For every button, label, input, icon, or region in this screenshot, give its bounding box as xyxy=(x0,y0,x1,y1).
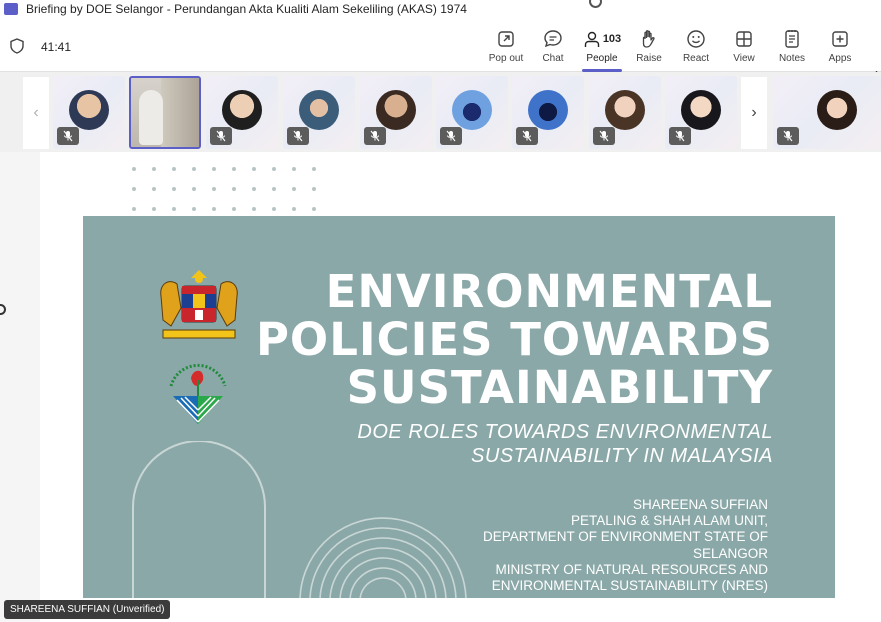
muted-mic-icon xyxy=(669,127,691,145)
participant-figure xyxy=(139,90,163,145)
smiley-icon xyxy=(687,30,705,48)
notes-button[interactable]: Notes xyxy=(767,28,817,68)
view-button[interactable]: View xyxy=(719,28,769,68)
slide-subtitle-line: SUSTAINABILITY IN MALAYSIA xyxy=(471,445,773,467)
title-bar: Briefing by DOE Selangor - Perundangan A… xyxy=(0,0,881,18)
apps-label: Apps xyxy=(828,53,852,64)
participant-tile-active-speaker[interactable] xyxy=(129,76,201,149)
presenter-name-badge: SHAREENA SUFFIAN (Unverified) xyxy=(4,600,171,619)
chat-label: Chat xyxy=(542,53,564,64)
participant-tile[interactable] xyxy=(436,76,508,149)
pop-out-icon xyxy=(498,31,514,47)
muted-mic-icon xyxy=(593,127,615,145)
raise-label: Raise xyxy=(636,53,662,64)
teams-app-icon xyxy=(4,3,18,15)
meeting-toolbar: 41:41 Pop out Chat 103 People Raise Reac… xyxy=(0,18,881,81)
slide-title-line: SUSTAINABILITY xyxy=(346,361,773,414)
raise-hand-icon xyxy=(642,30,655,48)
participant-video xyxy=(817,90,857,130)
shield-icon[interactable] xyxy=(10,38,24,54)
participant-video xyxy=(681,90,721,130)
slide-title-line: POLICIES TOWARDS xyxy=(255,313,773,366)
window-title: Briefing by DOE Selangor - Perundangan A… xyxy=(26,2,467,16)
participant-tile[interactable] xyxy=(589,76,661,149)
notes-icon xyxy=(785,30,799,48)
participant-video xyxy=(299,90,339,130)
presentation-slide: ENVIRONMENTAL POLICIES TOWARDS SUSTAINAB… xyxy=(83,216,835,598)
chat-icon xyxy=(544,30,562,48)
participant-video xyxy=(376,90,416,130)
people-icon xyxy=(584,31,600,47)
gallery-prev-button[interactable]: ‹ xyxy=(23,77,49,149)
slide-subtitle: DOE ROLES TOWARDS ENVIRONMENTAL SUSTAINA… xyxy=(253,420,773,468)
muted-mic-icon xyxy=(364,127,386,145)
participant-video xyxy=(528,90,568,130)
view-grid-icon xyxy=(736,31,752,47)
participant-tile[interactable] xyxy=(512,76,584,149)
people-count-badge: 103 xyxy=(602,33,622,45)
apps-button[interactable]: Apps xyxy=(815,28,865,68)
raise-hand-button[interactable]: Raise xyxy=(624,28,674,68)
slide-author-line: MINISTRY OF NATURAL RESOURCES AND xyxy=(495,561,768,577)
slide-author-line: SHAREENA SUFFIAN xyxy=(632,497,768,512)
slide-author-line: SELANGOR xyxy=(692,545,768,561)
participant-video xyxy=(69,90,109,130)
participant-video xyxy=(222,90,262,130)
people-label: People xyxy=(586,53,618,64)
participant-gallery: ‹ › xyxy=(0,72,881,152)
participant-tile[interactable] xyxy=(360,76,432,149)
status-indicator-icon xyxy=(589,0,602,8)
pop-out-label: Pop out xyxy=(488,53,524,64)
participant-tile[interactable] xyxy=(206,76,278,149)
teams-meeting-window: Briefing by DOE Selangor - Perundangan A… xyxy=(0,0,881,622)
people-button[interactable]: 103 People xyxy=(576,28,628,68)
gallery-next-button[interactable]: › xyxy=(741,77,767,149)
participant-tile[interactable] xyxy=(283,76,355,149)
muted-mic-icon xyxy=(210,127,232,145)
slide-author-line: ENVIRONMENTAL SUSTAINABILITY (NRES) xyxy=(491,578,768,594)
slide-title-line: ENVIRONMENTAL xyxy=(325,265,773,318)
chevron-right-icon: › xyxy=(751,104,757,121)
decorative-arch-outline xyxy=(132,441,266,598)
notes-label: Notes xyxy=(778,53,806,64)
meeting-timer: 41:41 xyxy=(41,40,72,54)
participant-video xyxy=(161,78,199,147)
muted-mic-icon xyxy=(57,127,79,145)
slide-title: ENVIRONMENTAL POLICIES TOWARDS SUSTAINAB… xyxy=(213,268,773,412)
slide-author-line: PETALING & SHAH ALAM UNIT, xyxy=(570,513,768,529)
view-label: View xyxy=(733,53,755,64)
muted-mic-icon xyxy=(440,127,462,145)
participant-video xyxy=(452,90,492,130)
slide-subtitle-line: DOE ROLES TOWARDS ENVIRONMENTAL xyxy=(357,421,773,443)
stage-resize-handle[interactable] xyxy=(0,304,6,315)
react-label: React xyxy=(682,53,710,64)
slide-author-line: DEPARTMENT OF ENVIRONMENT STATE OF xyxy=(482,529,768,545)
participant-video xyxy=(605,90,645,130)
chat-button[interactable]: Chat xyxy=(528,28,578,68)
apps-plus-icon xyxy=(832,31,848,47)
participant-tile-self[interactable] xyxy=(773,76,881,149)
muted-mic-icon xyxy=(516,127,538,145)
muted-mic-icon xyxy=(777,127,799,145)
participant-tile[interactable] xyxy=(665,76,737,149)
pop-out-button[interactable]: Pop out xyxy=(481,28,531,68)
chevron-left-icon: ‹ xyxy=(33,104,39,121)
slide-author-block: SHAREENA SUFFIAN PETALING & SHAH ALAM UN… xyxy=(368,497,768,594)
muted-mic-icon xyxy=(287,127,309,145)
participant-tile[interactable] xyxy=(53,76,125,149)
react-button[interactable]: React xyxy=(671,28,721,68)
